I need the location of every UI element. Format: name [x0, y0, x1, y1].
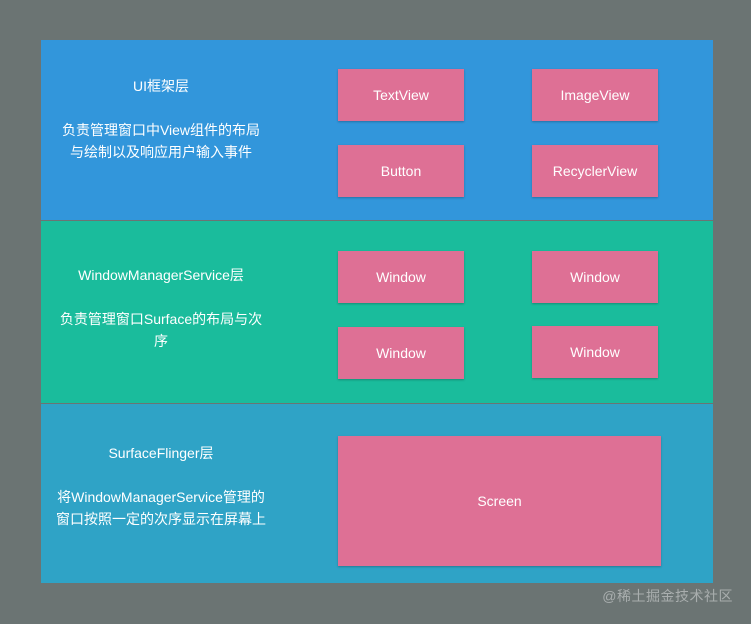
- screen-box: Screen: [338, 436, 661, 566]
- surface-flinger-layer: SurfaceFlinger层 将WindowManagerService管理的…: [41, 404, 713, 583]
- window-box-4: Window: [532, 326, 658, 378]
- ui-layer-title: UI框架层: [133, 78, 189, 94]
- sf-layer-description: 将WindowManagerService管理的窗口按照一定的次序显示在屏幕上: [56, 489, 266, 527]
- imageview-box: ImageView: [532, 69, 658, 121]
- wms-layer-title: WindowManagerService层: [78, 267, 244, 283]
- ui-layer-description: 负责管理窗口中View组件的布局与绘制以及响应用户输入事件: [61, 122, 261, 160]
- textview-box: TextView: [338, 69, 464, 121]
- window-box-1: Window: [338, 251, 464, 303]
- window-manager-service-layer: WindowManagerService层 负责管理窗口Surface的布局与次…: [41, 221, 713, 403]
- watermark-text: @稀土掘金技术社区: [602, 588, 733, 604]
- wms-layer-description-block: WindowManagerService层 负责管理窗口Surface的布局与次…: [41, 264, 281, 352]
- button-box: Button: [338, 145, 464, 197]
- sf-layer-description-block: SurfaceFlinger层 将WindowManagerService管理的…: [41, 442, 281, 530]
- wms-layer-description: 负责管理窗口Surface的布局与次序: [59, 311, 263, 349]
- sf-layer-title: SurfaceFlinger层: [108, 445, 214, 461]
- recyclerview-box: RecyclerView: [532, 145, 658, 197]
- window-box-3: Window: [338, 327, 464, 379]
- architecture-diagram: UI框架层 负责管理窗口中View组件的布局与绘制以及响应用户输入事件 Text…: [0, 0, 751, 624]
- ui-layer-description-block: UI框架层 负责管理窗口中View组件的布局与绘制以及响应用户输入事件: [41, 75, 281, 163]
- window-box-2: Window: [532, 251, 658, 303]
- ui-framework-layer: UI框架层 负责管理窗口中View组件的布局与绘制以及响应用户输入事件 Text…: [41, 40, 713, 220]
